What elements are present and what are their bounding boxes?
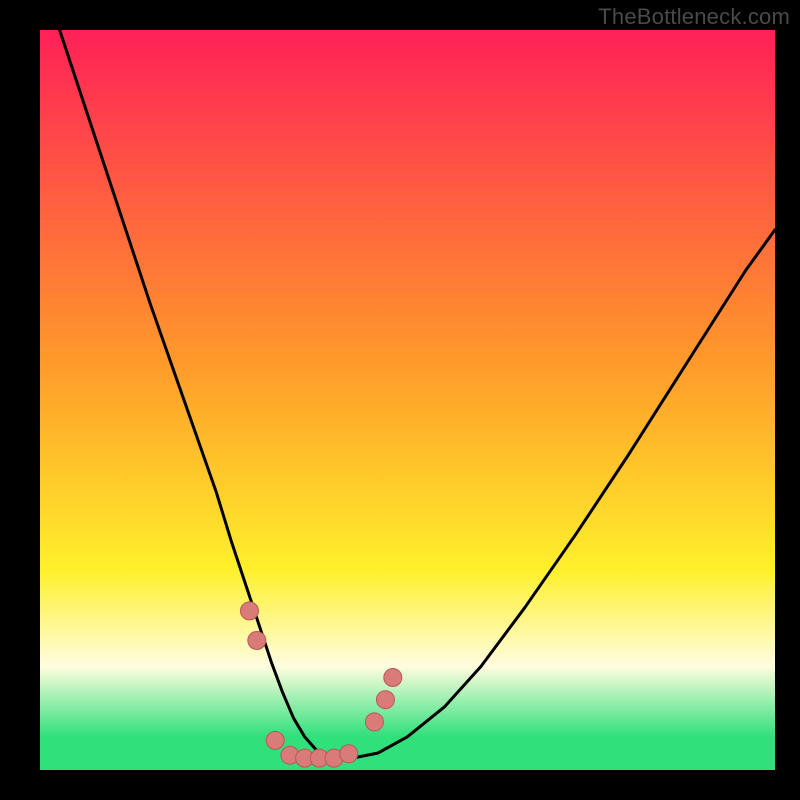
curve-marker <box>384 669 402 687</box>
bottleneck-chart <box>0 0 800 800</box>
curve-marker <box>266 731 284 749</box>
curve-marker <box>365 713 383 731</box>
curve-marker <box>340 745 358 763</box>
chart-frame: TheBottleneck.com <box>0 0 800 800</box>
curve-marker <box>240 602 258 620</box>
curve-marker <box>248 632 266 650</box>
curve-marker <box>376 691 394 709</box>
watermark-text: TheBottleneck.com <box>598 4 790 30</box>
